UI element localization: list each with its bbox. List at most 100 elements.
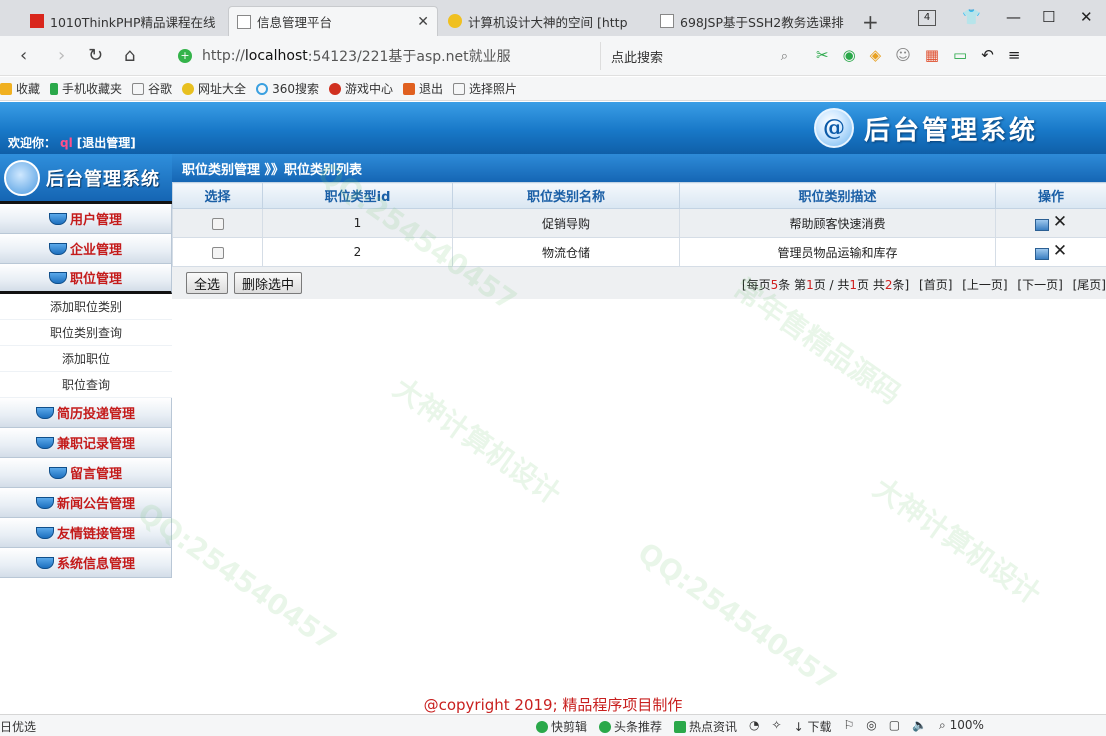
globe-icon — [182, 82, 195, 95]
speedometer-icon[interactable]: ◔ — [749, 718, 759, 735]
shirt-icon[interactable]: 👕 — [962, 8, 981, 26]
browser-tab-2-active[interactable]: 信息管理平台 ✕ — [228, 6, 438, 36]
sidebar-item-users[interactable]: 用户管理 — [0, 204, 172, 234]
bookmark-item[interactable]: 360搜索 — [256, 80, 319, 97]
window-icon[interactable]: ▢ — [889, 718, 900, 735]
bookmark-label: 游戏中心 — [344, 82, 393, 96]
sidebar-submenu-jobs: 添加职位类别 职位类别查询 添加职位 职位查询 — [0, 294, 172, 398]
sidebar-item-jobs[interactable]: 职位管理 — [0, 264, 172, 294]
tab-title: 1010ThinkPHP精品课程在线 — [50, 14, 216, 30]
username[interactable]: ql — [60, 136, 73, 150]
minimize-icon[interactable]: — — [1006, 8, 1021, 26]
new-tab-icon[interactable]: + — [862, 10, 879, 34]
submenu-add-job-category[interactable]: 添加职位类别 — [0, 294, 172, 320]
tools-icon[interactable]: ✧ — [772, 718, 782, 735]
bookmark-item[interactable]: 选择照片 — [453, 80, 517, 97]
pager-prev-link[interactable]: [上一页] — [962, 278, 1007, 292]
status-item[interactable]: 快剪辑 — [536, 718, 587, 735]
pager-text: 页 / 共 — [813, 278, 850, 292]
status-item[interactable]: 热点资讯 — [674, 718, 737, 735]
status-right-items: 快剪辑 头条推荐 热点资讯 ◔ ✧ ↓ 下载 ⚐ ◎ ▢ 🔈 ⌕ 100% — [536, 718, 984, 735]
sidebar-item-resumes[interactable]: 简历投递管理 — [0, 398, 172, 428]
home-icon[interactable]: ⌂ — [124, 45, 135, 66]
sidebar-logo-title: 后台管理系统 — [46, 168, 160, 190]
status-item[interactable]: ⌕ 100% — [939, 718, 984, 735]
status-item[interactable]: 头条推荐 — [599, 718, 662, 735]
bookmark-item[interactable]: 手机收藏夹 — [50, 80, 122, 97]
menu-icon[interactable]: ≡ — [1008, 46, 1021, 64]
status-left-text: 日优选 — [0, 720, 37, 734]
site-favicon-icon — [30, 14, 44, 28]
translate-icon[interactable]: ◉ — [843, 46, 856, 64]
bookmark-item[interactable]: 谷歌 — [132, 80, 172, 97]
game-icon — [328, 82, 341, 95]
download-icon: ↓ — [793, 720, 804, 734]
close-tab-icon[interactable]: ✕ — [417, 14, 429, 30]
row-checkbox[interactable] — [211, 246, 224, 259]
select-all-button[interactable]: 全选 — [186, 272, 229, 294]
watermark-text: 大神计算机设计 — [387, 371, 567, 511]
forward-icon[interactable]: › — [58, 45, 65, 66]
flag-icon[interactable]: ⚐ — [844, 718, 855, 735]
ops-cell: ✕ — [995, 208, 1106, 238]
sidebar-item-links[interactable]: 友情链接管理 — [0, 518, 172, 548]
exit-icon — [402, 82, 415, 95]
delete-icon[interactable]: ✕ — [1053, 214, 1067, 231]
search-box[interactable]: 点此搜索 ⌕ — [600, 42, 792, 70]
submenu-job-category-query[interactable]: 职位类别查询 — [0, 320, 172, 346]
reload-icon[interactable]: ↻ — [88, 45, 103, 66]
secure-shield-icon: + — [178, 49, 192, 63]
pager-next-link[interactable]: [下一页] — [1017, 278, 1062, 292]
address-bar[interactable]: + http://localhost:54123/221基于asp.net就业服 — [172, 42, 592, 70]
zoom-level: 100% — [949, 718, 984, 732]
browser-tab-4[interactable]: 698JSP基于SSH2教务选课排 — [652, 6, 852, 36]
edit-icon[interactable] — [1034, 248, 1049, 260]
undo-icon[interactable]: ↶ — [981, 46, 994, 64]
tab-title: 计算机设计大神的空间 [http — [468, 14, 628, 30]
bookmark-item[interactable]: 退出 — [402, 80, 443, 97]
pager-last-link[interactable]: [尾页] — [1073, 278, 1106, 292]
submenu-job-query[interactable]: 职位查询 — [0, 372, 172, 398]
search-icon[interactable]: ⌕ — [781, 49, 788, 64]
delete-icon[interactable]: ✕ — [1053, 243, 1067, 260]
sidebar-item-companies[interactable]: 企业管理 — [0, 234, 172, 264]
pager-first-link[interactable]: [首页] — [919, 278, 952, 292]
zoom-icon: ⌕ — [939, 718, 946, 732]
scissors-icon[interactable]: ✂ — [816, 46, 829, 64]
sidebar-item-news[interactable]: 新闻公告管理 — [0, 488, 172, 518]
back-icon[interactable]: ‹ — [20, 45, 27, 66]
menu-bowl-icon — [48, 466, 67, 479]
browser-icon[interactable]: ◎ — [866, 718, 876, 735]
bookmark-item[interactable]: 游戏中心 — [328, 80, 393, 97]
sidebar-item-parttime[interactable]: 兼职记录管理 — [0, 428, 172, 458]
welcome-label: 欢迎你： — [8, 136, 57, 150]
close-window-icon[interactable]: ✕ — [1080, 8, 1093, 26]
bookmark-label: 谷歌 — [148, 82, 173, 96]
apps-icon[interactable]: ▦ — [925, 46, 939, 64]
select-cell — [172, 237, 263, 267]
volume-icon[interactable]: 🔈 — [912, 718, 927, 735]
delete-selected-button[interactable]: 删除选中 — [234, 272, 303, 294]
bookmark-label: 360搜索 — [272, 82, 319, 96]
shield-icon[interactable]: ◈ — [870, 46, 882, 64]
maximize-icon[interactable]: ☐ — [1042, 8, 1055, 26]
submenu-add-job[interactable]: 添加职位 — [0, 346, 172, 372]
bookmark-label: 手机收藏夹 — [62, 82, 123, 96]
emoji-icon[interactable]: ☺ — [895, 46, 911, 64]
browser-tab-3[interactable]: 计算机设计大神的空间 [http — [440, 6, 648, 36]
bookmark-item[interactable]: 网址大全 — [182, 80, 246, 97]
logout-link[interactable]: [退出管理] — [77, 136, 136, 150]
table-toolbar: 全选 删除选中 [每页5条 第1页 / 共1页 共2条] [首页] [上一页] … — [172, 267, 1106, 299]
sidebar-item-messages[interactable]: 留言管理 — [0, 458, 172, 488]
battery-icon[interactable]: ▭ — [953, 46, 967, 64]
row-checkbox[interactable] — [211, 217, 224, 230]
status-item[interactable]: ↓ 下载 — [794, 718, 832, 735]
bookmark-item[interactable]: 收藏 — [0, 80, 40, 97]
sidebar-item-system[interactable]: 系统信息管理 — [0, 548, 172, 578]
column-header: 操作 — [995, 182, 1106, 209]
edit-icon[interactable] — [1034, 219, 1049, 231]
tab-count-badge[interactable]: 4 — [918, 10, 936, 26]
menu-bowl-icon — [48, 242, 67, 255]
browser-tab-1[interactable]: 1010ThinkPHP精品课程在线 — [22, 6, 228, 36]
page-icon — [132, 82, 145, 95]
